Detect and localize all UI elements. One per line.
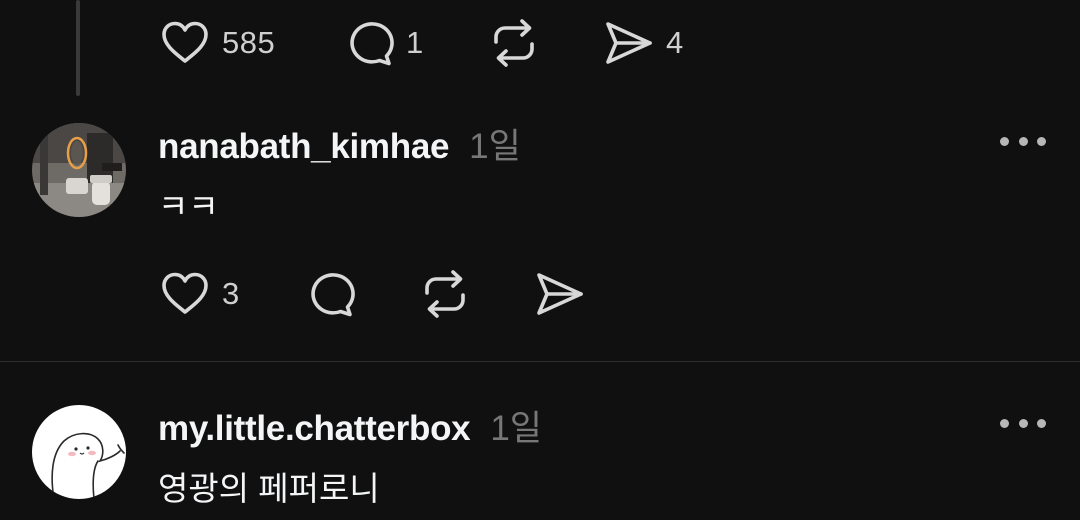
previous-post-actions: 585 1 4 (158, 16, 684, 70)
heart-icon (158, 16, 212, 70)
post-text: ㅋㅋ (158, 188, 219, 225)
like-count: 585 (222, 25, 276, 60)
send-icon (602, 16, 656, 70)
avatar[interactable] (32, 123, 126, 217)
post-text: 영광의 페퍼로니 (158, 470, 380, 507)
heart-icon (158, 267, 212, 321)
post-header: my.little.chatterbox 1일 (158, 400, 542, 451)
like-button[interactable]: 3 (158, 267, 303, 321)
avatar[interactable] (32, 405, 126, 499)
more-options-icon[interactable] (1000, 416, 1046, 430)
comment-bubble-icon (342, 16, 396, 70)
reply-button[interactable]: 1 (342, 16, 487, 70)
bathroom-photo-avatar (32, 123, 126, 217)
like-button[interactable]: 585 (158, 16, 342, 70)
username[interactable]: nanabath_kimhae (158, 127, 449, 167)
post-divider (0, 361, 1080, 362)
share-button[interactable]: 4 (602, 16, 684, 70)
repost-button[interactable] (418, 267, 533, 321)
cartoon-character-avatar (32, 405, 126, 499)
repost-icon (487, 16, 541, 70)
share-count: 4 (666, 25, 684, 60)
reply-count: 1 (406, 25, 424, 60)
like-count: 3 (222, 276, 240, 311)
comment-bubble-icon (303, 267, 357, 321)
share-button[interactable] (533, 267, 587, 321)
thread-connector-line (76, 0, 80, 96)
more-options-icon[interactable] (1000, 134, 1046, 148)
timestamp: 1일 (490, 409, 542, 448)
repost-button[interactable] (487, 16, 602, 70)
post-actions: 3 (158, 267, 587, 321)
username[interactable]: my.little.chatterbox (158, 409, 471, 449)
repost-icon (418, 267, 472, 321)
post-header: nanabath_kimhae 1일 (158, 118, 521, 169)
reply-button[interactable] (303, 267, 418, 321)
send-icon (533, 267, 587, 321)
timestamp: 1일 (469, 127, 521, 166)
